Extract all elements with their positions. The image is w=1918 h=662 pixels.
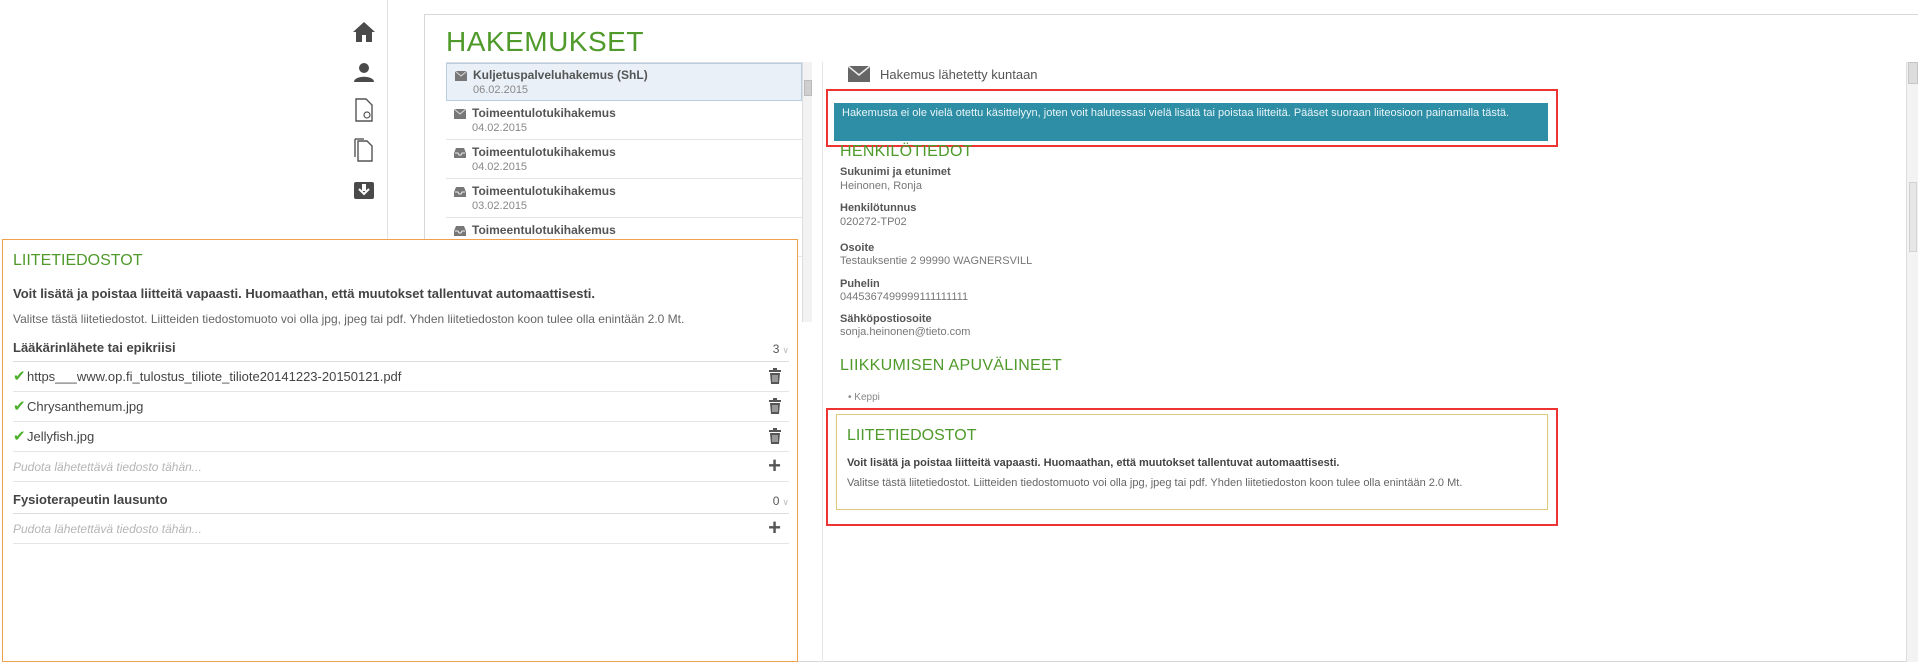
attachments-instructions: Voit lisätä ja poistaa liitteitä vapaast… — [13, 286, 596, 301]
inbox-tray-icon — [454, 148, 466, 158]
documents-icon[interactable] — [350, 136, 378, 164]
attachments-panel: LIITETIEDOSTOT Voit lisätä ja poistaa li… — [2, 239, 798, 662]
application-date: 04.02.2015 — [472, 161, 528, 173]
dropzone-placeholder: Pudota lähetettävä tiedosto tähän... — [13, 522, 202, 536]
attachments-title: LIITETIEDOSTOT — [13, 252, 143, 269]
application-name: Toimeentulotukihakemus — [472, 106, 616, 120]
field-value: sonja.heinonen@tieto.com — [840, 326, 971, 338]
field-label: Sukunimi ja etunimet — [840, 166, 951, 178]
home-icon[interactable] — [350, 18, 378, 46]
attachment-file-row: ✔ https___www.op.fi_tulostus_tiliote_til… — [13, 362, 789, 392]
attachment-file-row: ✔ Jellyfish.jpg — [13, 422, 789, 452]
page-title: HAKEMUKSET — [446, 26, 644, 57]
application-name: Kuljetuspalveluhakemus (ShL) — [473, 68, 648, 82]
field-label: Puhelin — [840, 278, 880, 290]
application-name: Toimeentulotukihakemus — [472, 223, 616, 237]
list-item: • Keppi — [848, 392, 880, 403]
detail-scrollbar[interactable] — [1906, 62, 1918, 662]
field-label: Henkilötunnus — [840, 202, 917, 214]
section-title-personal: HENKILÖTIEDOT — [840, 143, 973, 160]
attachments-format-note: Valitse tästä liitetiedostot. Liitteiden… — [13, 312, 685, 326]
envelope-icon — [455, 71, 467, 81]
application-name: Toimeentulotukihakemus — [472, 145, 616, 159]
attachment-file-row: ✔ Chrysanthemum.jpg — [13, 392, 789, 422]
application-list-item[interactable]: Toimeentulotukihakemus 03.02.2015 — [446, 180, 802, 218]
trash-icon[interactable] — [769, 368, 781, 384]
attachment-group-title: Lääkärinlähete tai epikriisi — [13, 340, 176, 355]
application-list-item[interactable]: Toimeentulotukihakemus 04.02.2015 — [446, 102, 802, 140]
attachment-group-header[interactable]: Fysioterapeutin lausunto 0 ∨ — [13, 492, 789, 514]
inbox-tray-icon — [454, 187, 466, 197]
inbox-icon[interactable] — [350, 176, 378, 204]
field-label: Osoite — [840, 242, 875, 254]
add-file-icon[interactable]: + — [768, 515, 781, 541]
field-value: 020272-TP02 — [840, 216, 907, 228]
application-date: 06.02.2015 — [473, 84, 529, 96]
highlight-box — [826, 89, 1558, 147]
application-date: 04.02.2015 — [472, 122, 528, 134]
checkmark-icon: ✔ — [13, 368, 26, 385]
application-name: Toimeentulotukihakemus — [472, 184, 616, 198]
attachment-group-header[interactable]: Lääkärinlähete tai epikriisi 3 ∨ — [13, 340, 789, 362]
checkmark-icon: ✔ — [13, 428, 26, 445]
attachment-dropzone[interactable]: Pudota lähetettävä tiedosto tähän... + — [13, 514, 789, 544]
field-value: Testauksentie 2 99990 WAGNERSVILL — [840, 255, 1033, 267]
inbox-tray-icon — [454, 226, 466, 236]
application-date: 03.02.2015 — [472, 200, 528, 212]
new-document-icon[interactable] — [350, 96, 378, 124]
checkmark-icon: ✔ — [13, 398, 26, 415]
status-text: Hakemus lähetetty kuntaan — [880, 66, 1038, 82]
attachment-count: 3 — [772, 342, 780, 356]
attachment-filename: Chrysanthemum.jpg — [27, 399, 144, 414]
envelope-icon — [454, 109, 466, 119]
chevron-down-icon[interactable]: ∨ — [782, 497, 789, 507]
attachment-dropzone[interactable]: Pudota lähetettävä tiedosto tähän... + — [13, 452, 789, 482]
status-row: Hakemus lähetetty kuntaan — [848, 66, 1038, 82]
attachment-count: 0 — [772, 494, 780, 508]
field-value: 0445367499999111111111 — [840, 291, 969, 303]
attachment-filename: https___www.op.fi_tulostus_tiliote_tilio… — [27, 369, 402, 384]
field-label: Sähköpostiosoite — [840, 313, 932, 325]
trash-icon[interactable] — [769, 398, 781, 414]
attachment-group-title: Fysioterapeutin lausunto — [13, 492, 168, 507]
add-file-icon[interactable]: + — [768, 453, 781, 479]
field-value: Heinonen, Ronja — [840, 180, 922, 192]
highlight-box — [826, 408, 1558, 526]
attachment-filename: Jellyfish.jpg — [27, 429, 95, 444]
section-title-mobility: LIIKKUMISEN APUVÄLINEET — [840, 357, 1063, 374]
application-list-item[interactable]: Toimeentulotukihakemus 04.02.2015 — [446, 141, 802, 179]
application-list-scrollbar[interactable] — [802, 62, 812, 322]
envelope-icon — [848, 66, 870, 82]
trash-icon[interactable] — [769, 428, 781, 444]
user-icon[interactable] — [350, 58, 378, 86]
mobility-item: Keppi — [854, 392, 880, 403]
chevron-down-icon[interactable]: ∨ — [782, 345, 789, 355]
application-list-item[interactable]: Kuljetuspalveluhakemus (ShL) 06.02.2015 — [446, 63, 802, 101]
dropzone-placeholder: Pudota lähetettävä tiedosto tähän... — [13, 460, 202, 474]
